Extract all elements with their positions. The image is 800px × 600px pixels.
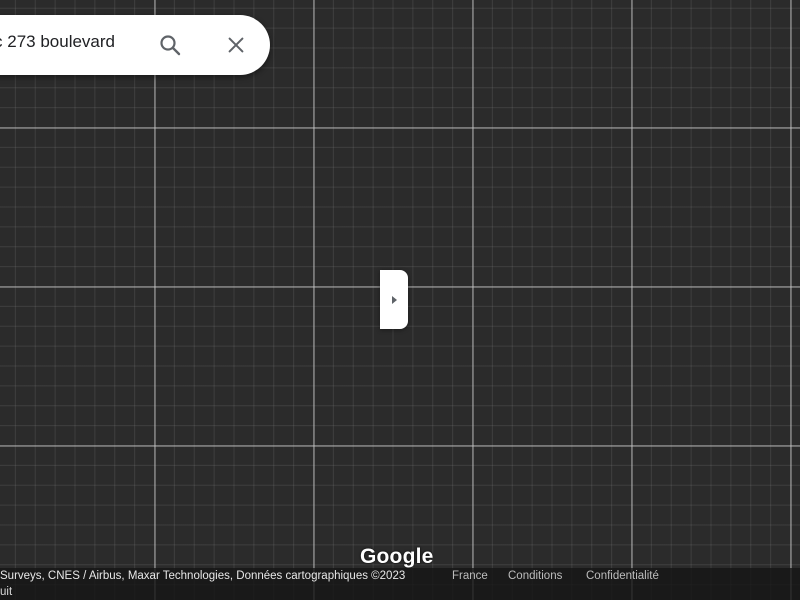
close-icon [228, 37, 244, 53]
search-input[interactable]: Dépanneur Pédiatrique Paris Blanc 273 bo… [0, 32, 115, 58]
search-button[interactable] [156, 31, 184, 59]
map-attribution: Surveys, CNES / Airbus, Maxar Technologi… [0, 570, 406, 582]
search-input-value: Dépanneur Pédiatrique Paris Blanc 273 bo… [0, 32, 115, 51]
footer-overflow-text: uit [0, 586, 13, 598]
privacy-link[interactable]: Confidentialité [586, 570, 659, 582]
clear-search-button[interactable] [222, 31, 250, 59]
side-panel-toggle-button[interactable] [380, 270, 408, 329]
search-icon [160, 35, 181, 56]
chevron-right-icon [392, 295, 397, 304]
map-footer: Surveys, CNES / Airbus, Maxar Technologi… [0, 568, 800, 600]
search-box: Dépanneur Pédiatrique Paris Blanc 273 bo… [0, 15, 270, 75]
terms-link[interactable]: Conditions [508, 570, 562, 582]
google-logo: Google [360, 545, 434, 568]
country-link[interactable]: France [452, 570, 488, 582]
